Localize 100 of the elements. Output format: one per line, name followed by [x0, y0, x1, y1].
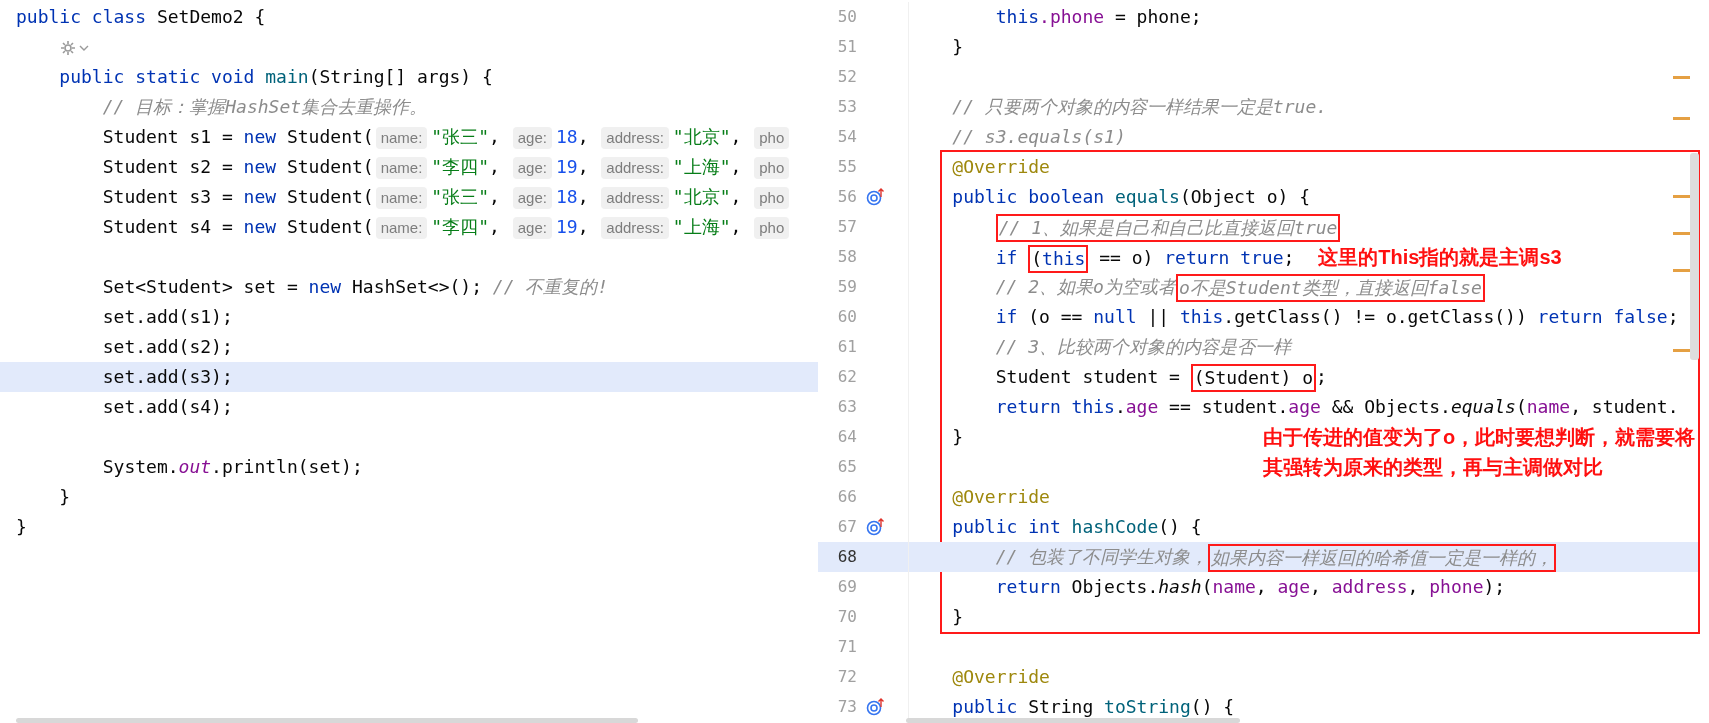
line-number: 69 — [836, 576, 857, 598]
line-number: 55 — [836, 156, 857, 178]
annotation: @Override — [952, 486, 1050, 507]
highlighted-code: o不是Student类型，直接返回false — [1175, 274, 1485, 302]
code-text: set.add(s3); — [102, 366, 233, 387]
code-text: ; — [1316, 366, 1327, 387]
code-text: public static void main(String[] args) { — [59, 66, 493, 87]
code-text: == o) return true; — [1098, 247, 1295, 268]
line-number: 72 — [836, 666, 857, 688]
line-number: 73 — [836, 696, 857, 718]
code-text: "北京", — [672, 186, 743, 207]
code-text: "张三", — [431, 186, 501, 207]
highlighted-code: 如果内容一样返回的哈希值一定是一样的， — [1208, 544, 1557, 572]
parameter-hint: address: — [601, 187, 669, 209]
annotation: @Override — [952, 666, 1050, 687]
code-text: public boolean equals(Object o) { — [952, 186, 1310, 207]
override-icon — [866, 518, 884, 536]
parameter-hint: pho — [754, 187, 790, 209]
code-comment: // s3.equals(s1) — [952, 126, 1126, 147]
parameter-hint: address: — [601, 217, 669, 239]
code-comment: // 只要两个对象的内容一样结果一定是true. — [952, 96, 1328, 117]
code-text: Student s2 = new Student( — [102, 156, 374, 177]
code-comment: // 3、比较两个对象的内容是否一样 — [995, 336, 1292, 357]
annotation-note: 由于传进的值变为了o，此时要想判断，就需要将其强转为原来的类型，再与主调做对比 — [1263, 425, 1697, 480]
code-text: public class SetDemo2 { — [16, 6, 266, 27]
code-text: } — [59, 486, 71, 507]
code-text: 19, — [555, 216, 590, 237]
code-comment: // 包装了不同学生对象， — [995, 546, 1209, 567]
code-text: public int hashCode() { — [952, 516, 1202, 537]
code-text: Student s4 = new Student( — [102, 216, 374, 237]
parameter-hint: pho — [754, 127, 790, 149]
code-text: Student s3 = new Student( — [102, 186, 374, 207]
line-number: 71 — [836, 636, 857, 658]
parameter-hint: pho — [754, 217, 790, 239]
code-text: "上海", — [672, 216, 743, 237]
line-number: 61 — [836, 336, 857, 358]
line-number: 63 — [836, 396, 857, 418]
code-text: "上海", — [672, 156, 743, 177]
parameter-hint: name: — [375, 217, 428, 239]
code-text: "李四", — [431, 216, 501, 237]
code-text: Student student = — [995, 366, 1181, 387]
parameter-hint: name: — [375, 157, 428, 179]
code-text: } — [952, 36, 964, 57]
highlighted-code: // 1、如果是自己和自己比直接返回true — [995, 214, 1341, 242]
line-number: 66 — [836, 486, 857, 508]
code-text: Set<Student> set = new HashSet<>(); // 不重复的! — [102, 276, 609, 297]
code-text: Student s1 = new Student( — [102, 126, 374, 147]
line-number: 68 — [836, 546, 857, 568]
line-number: 51 — [836, 36, 857, 58]
code-text: return Objects.hash(name, age, address, phone); — [995, 576, 1506, 597]
override-icon — [866, 698, 884, 716]
code-text: } — [16, 516, 27, 537]
code-text: set.add(s2); — [102, 336, 233, 357]
horizontal-scrollbar[interactable] — [16, 718, 638, 723]
code-comment: // 2、如果o为空或者 — [995, 276, 1176, 297]
chevron-down-icon — [79, 44, 89, 52]
line-number: 50 — [836, 6, 857, 28]
highlighted-code: (Student) o — [1190, 364, 1316, 392]
code-text: 18, — [555, 186, 590, 207]
line-number: 59 — [836, 276, 857, 298]
code-text: if — [995, 247, 1019, 268]
parameter-hint: address: — [601, 157, 669, 179]
horizontal-scrollbar[interactable] — [906, 718, 1240, 723]
line-number: 58 — [836, 246, 857, 268]
code-text: return this.age == student.age && Objects.equals(name, student. — [995, 396, 1679, 417]
code-text: if (o == null || this.getClass() != o.getClass()) return false; — [995, 306, 1679, 327]
line-number: 65 — [836, 456, 857, 478]
code-text: } — [952, 426, 964, 447]
code-text: public String toString() { — [952, 696, 1235, 717]
parameter-hint: age: — [512, 157, 552, 179]
parameter-hint: age: — [512, 127, 552, 149]
parameter-hint: pho — [754, 157, 790, 179]
line-number: 54 — [836, 126, 857, 148]
code-text: 19, — [555, 156, 590, 177]
code-text: "北京", — [672, 126, 743, 147]
line-number: 60 — [836, 306, 857, 328]
line-number: 62 — [836, 366, 857, 388]
line-number: 53 — [836, 96, 857, 118]
code-text: System.out.println(set); — [102, 456, 363, 477]
code-text: 18, — [555, 126, 590, 147]
line-number: 52 — [836, 66, 857, 88]
annotation-note: 这里的This指的就是主调s3 — [1318, 246, 1562, 268]
override-icon — [866, 188, 884, 206]
line-number: 56 — [836, 186, 857, 208]
parameter-hint: age: — [512, 187, 552, 209]
code-text: this.phone = phone; — [995, 6, 1202, 27]
code-text: "李四", — [431, 156, 501, 177]
parameter-hint: address: — [601, 127, 669, 149]
annotation: @Override — [952, 156, 1050, 177]
parameter-hint: name: — [375, 127, 428, 149]
highlighted-code: (this — [1028, 245, 1089, 273]
line-number: 70 — [836, 606, 857, 628]
line-number: 67 — [836, 516, 857, 538]
code-text: set.add(s1); — [102, 306, 233, 327]
line-number: 64 — [836, 426, 857, 448]
parameter-hint: name: — [375, 187, 428, 209]
code-text: } — [952, 606, 964, 627]
code-comment: // 目标：掌握HashSet集合去重操作。 — [102, 96, 428, 117]
gear-icon — [60, 40, 76, 56]
parameter-hint: age: — [512, 217, 552, 239]
